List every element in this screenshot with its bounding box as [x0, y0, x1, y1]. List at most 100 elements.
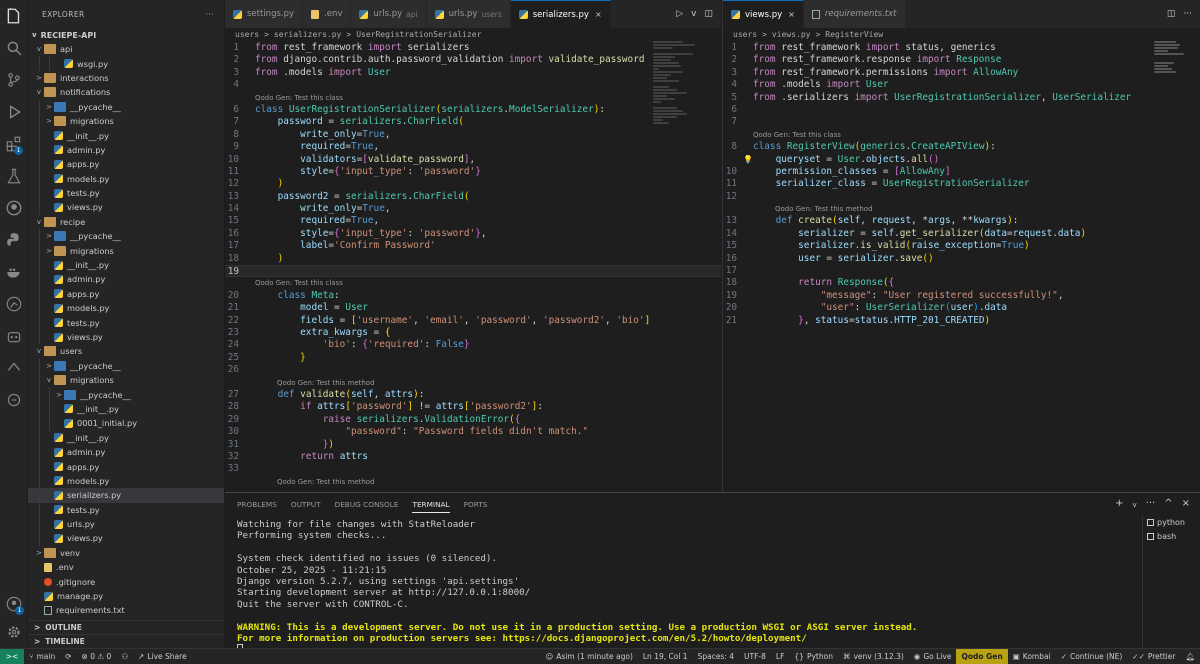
encoding[interactable]: UTF-8: [739, 649, 771, 664]
folder-item[interactable]: > interactions: [28, 71, 224, 85]
code-lens[interactable]: Qodo Gen: Test this method: [225, 476, 721, 488]
github-icon[interactable]: [0, 192, 27, 224]
continue-button[interactable]: ✓ Continue (NE): [1056, 649, 1128, 664]
file-item[interactable]: admin.py: [28, 444, 224, 460]
panel-tab-terminal[interactable]: TERMINAL: [412, 496, 450, 513]
file-item[interactable]: __init__.py: [28, 401, 224, 417]
chevron-down-icon[interactable]: v: [691, 9, 696, 19]
notifications-bell-icon[interactable]: 🔔︎: [1180, 649, 1200, 664]
folder-item[interactable]: > __pycache__: [28, 99, 224, 114]
folder-item[interactable]: > venv: [28, 546, 224, 560]
panel-tab-ports[interactable]: PORTS: [464, 500, 488, 509]
folder-item[interactable]: v recipe: [28, 215, 224, 229]
file-item[interactable]: serializers.py: [28, 488, 224, 503]
folder-item[interactable]: > __pycache__: [28, 358, 224, 373]
project-section[interactable]: v RECIEPE-API: [28, 28, 224, 42]
editor-tab[interactable]: urls.py users: [426, 0, 511, 28]
extensions-icon[interactable]: 1: [0, 128, 27, 160]
breadcrumb-item[interactable]: UserRegistrationSerializer: [356, 30, 481, 39]
close-icon[interactable]: ×: [595, 10, 602, 19]
sync-icon[interactable]: ⟳: [60, 649, 76, 664]
folder-item[interactable]: v users: [28, 344, 224, 358]
ports-icon[interactable]: ⚇: [116, 649, 133, 664]
file-item[interactable]: wsgi.py: [28, 56, 224, 71]
terminal-output[interactable]: Watching for file changes with StatReloa…: [237, 519, 1137, 658]
editor-tab[interactable]: requirements.txt: [803, 0, 906, 28]
timeline-section[interactable]: > TIMELINE: [28, 634, 224, 648]
search-icon[interactable]: [0, 32, 27, 64]
folder-item[interactable]: > migrations: [28, 113, 224, 129]
file-item[interactable]: manage.py: [28, 589, 224, 603]
new-terminal-icon[interactable]: +: [1115, 498, 1123, 512]
editor-tab[interactable]: serializers.py ×: [510, 0, 611, 28]
remote-indicator[interactable]: ><: [0, 649, 24, 664]
folder-item[interactable]: > __pycache__: [28, 387, 224, 402]
file-item[interactable]: views.py: [28, 329, 224, 345]
folder-item[interactable]: v api: [28, 42, 224, 56]
breadcrumb-item[interactable]: users: [235, 30, 259, 39]
run-debug-icon[interactable]: [0, 96, 27, 128]
file-item[interactable]: models.py: [28, 171, 224, 186]
file-item[interactable]: tests.py: [28, 502, 224, 517]
qodo-gen-button[interactable]: Qodo Gen: [956, 649, 1008, 664]
git-blame[interactable]: ☺ Asim (1 minute ago): [540, 649, 637, 664]
go-live-button[interactable]: ◉ Go Live: [909, 649, 957, 664]
charts-icon[interactable]: [0, 288, 27, 320]
file-item[interactable]: models.py: [28, 473, 224, 489]
minimap[interactable]: [1154, 40, 1194, 76]
python-interpreter[interactable]: ⌘ venv (3.12.3): [838, 649, 909, 664]
settings-gear-icon[interactable]: [0, 616, 28, 648]
file-item[interactable]: __init__.py: [28, 430, 224, 445]
remote-explorer-icon[interactable]: [0, 352, 27, 384]
panel-tab-problems[interactable]: PROBLEMS: [237, 500, 277, 509]
kombai-button[interactable]: ▣ Kombai: [1008, 649, 1056, 664]
panel-tab-output[interactable]: OUTPUT: [291, 500, 321, 509]
editor-tab[interactable]: views.py ×: [723, 0, 804, 28]
minimap[interactable]: [653, 40, 713, 150]
source-control-icon[interactable]: [0, 64, 27, 96]
file-item[interactable]: apps.py: [28, 459, 224, 474]
python-icon[interactable]: [0, 224, 27, 256]
file-item[interactable]: .env: [28, 560, 224, 574]
code-lens[interactable]: Qodo Gen: Test this class: [225, 277, 721, 289]
file-item[interactable]: models.py: [28, 301, 224, 316]
docker-icon[interactable]: [0, 256, 27, 288]
split-editor-icon[interactable]: ◫: [704, 9, 713, 19]
editor-tab[interactable]: .env: [303, 0, 352, 28]
close-icon[interactable]: ×: [1182, 498, 1190, 512]
problems-indicator[interactable]: ⊗ 0 ⚠ 0: [77, 649, 117, 664]
folder-item[interactable]: > migrations: [28, 243, 224, 258]
file-item[interactable]: views.py: [28, 200, 224, 215]
code-lens[interactable]: Qodo Gen: Test this method: [723, 203, 1200, 215]
prettier-button[interactable]: ✓✓ Prettier: [1127, 649, 1180, 664]
outline-section[interactable]: > OUTLINE: [28, 620, 224, 634]
branch-indicator[interactable]: ⑂ main: [24, 649, 60, 664]
more-actions-icon[interactable]: ···: [206, 10, 214, 19]
terminal-instance[interactable]: python: [1143, 515, 1200, 529]
file-item[interactable]: 0001_initial.py: [28, 416, 224, 431]
file-item[interactable]: admin.py: [28, 142, 224, 158]
file-item[interactable]: requirements.txt: [28, 603, 224, 617]
end-of-line[interactable]: LF: [771, 649, 790, 664]
folder-item[interactable]: v notifications: [28, 85, 224, 99]
editor-tab[interactable]: settings.py: [225, 0, 304, 28]
lightbulb-icon[interactable]: 💡: [743, 154, 753, 166]
maximize-panel-icon[interactable]: ^: [1164, 498, 1172, 512]
robot-icon[interactable]: [0, 320, 27, 352]
chevron-down-icon[interactable]: v: [1133, 498, 1137, 512]
more-actions-icon[interactable]: ···: [1183, 9, 1192, 19]
file-item[interactable]: urls.py: [28, 516, 224, 532]
breadcrumb-item[interactable]: views.py: [772, 30, 811, 39]
file-item[interactable]: .gitignore: [28, 574, 224, 588]
live-share-button[interactable]: ↗ Live Share: [133, 649, 192, 664]
run-icon[interactable]: ▷: [676, 9, 683, 19]
indentation[interactable]: Spaces: 4: [693, 649, 739, 664]
editor-tab[interactable]: urls.py api: [351, 0, 427, 28]
more-actions-icon[interactable]: ···: [1146, 498, 1156, 512]
live-share-icon[interactable]: [0, 384, 27, 416]
file-item[interactable]: tests.py: [28, 185, 224, 201]
code-views[interactable]: 1 from rest_framework import status, gene…: [723, 40, 1200, 327]
folder-item[interactable]: v migrations: [28, 372, 224, 388]
code-lens[interactable]: Qodo Gen: Test this class: [723, 129, 1200, 141]
file-item[interactable]: apps.py: [28, 286, 224, 302]
